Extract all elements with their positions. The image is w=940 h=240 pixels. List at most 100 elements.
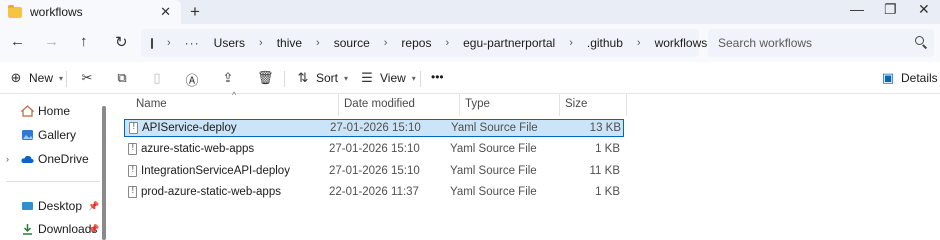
rename-button[interactable]: Ⓐ	[185, 70, 205, 89]
copy-button[interactable]: ⧉	[115, 70, 135, 86]
share-button[interactable]: ⇪	[221, 70, 241, 86]
file-size: 11 KB	[589, 165, 620, 177]
file-row[interactable]: azure-static-web-apps 27-01-2026 15:10 Y…	[124, 141, 624, 159]
sidebar-item-gallery[interactable]: Gallery	[21, 128, 76, 142]
breadcrumb-github[interactable]: .github	[587, 36, 623, 50]
rename-icon: Ⓐ	[185, 73, 199, 88]
file-name: prod-azure-static-web-apps	[141, 186, 281, 198]
chevron-down-icon: ▾	[344, 73, 349, 83]
file-type: Yaml Source File	[450, 186, 537, 198]
this-pc-icon[interactable]	[151, 37, 153, 49]
breadcrumb-egu-partnerportal[interactable]: egu-partnerportal	[463, 36, 555, 50]
chevron-right-icon[interactable]: ›	[316, 37, 320, 49]
breadcrumb-repos[interactable]: repos	[401, 36, 431, 50]
file-row[interactable]: prod-azure-static-web-apps 22-01-2026 11…	[124, 184, 624, 202]
back-button[interactable]: ←	[10, 33, 25, 50]
yaml-file-icon	[128, 143, 137, 155]
onedrive-cloud-icon	[21, 153, 34, 165]
maximize-button[interactable]: ❐	[884, 1, 897, 18]
column-header-date-modified[interactable]: Date modified	[344, 98, 415, 110]
new-button[interactable]: ⊕ New ▾	[9, 70, 63, 86]
plus-circle-icon: ⊕	[10, 70, 22, 85]
breadcrumb-workflows[interactable]: workflows	[655, 36, 708, 50]
column-header-type[interactable]: Type	[465, 98, 490, 110]
chevron-right-icon[interactable]: ›	[445, 37, 449, 49]
forward-button[interactable]: →	[44, 33, 59, 50]
breadcrumb-overflow-button[interactable]: ···	[185, 36, 200, 50]
address-bar[interactable]: › ··· Users › thive › source › repos › e…	[141, 29, 707, 57]
chevron-right-icon[interactable]: ›	[637, 37, 641, 49]
sidebar-item-label: OneDrive	[38, 152, 89, 166]
sidebar-item-onedrive[interactable]: OneDrive	[21, 152, 89, 166]
file-row[interactable]: APIService-deploy 27-01-2026 15:10 Yaml …	[124, 119, 624, 137]
sidebar-item-desktop[interactable]: Desktop	[21, 199, 82, 213]
sidebar-scrollbar[interactable]	[102, 106, 106, 240]
column-header-name[interactable]: Name	[136, 98, 167, 110]
tab-workflows[interactable]: workflows ✕	[0, 0, 181, 24]
sort-button[interactable]: ⇅ Sort ▾	[296, 70, 348, 86]
chevron-right-icon[interactable]: ›	[384, 37, 388, 49]
new-label: New	[29, 71, 54, 85]
new-tab-button[interactable]: +	[190, 2, 200, 22]
sort-icon: ⇅	[297, 70, 309, 85]
breadcrumb-users[interactable]: Users	[214, 36, 245, 50]
pin-icon[interactable]: 📌	[88, 201, 99, 212]
divider	[420, 71, 421, 87]
delete-button[interactable]: 🗑	[257, 70, 277, 86]
details-label: Details	[901, 71, 938, 85]
view-label: View	[380, 71, 406, 85]
file-type: Yaml Source File	[451, 122, 538, 134]
sidebar-item-label: Gallery	[38, 128, 77, 142]
navigation-bar: ← → ↑ ↻ › ··· Users › thive › source › r…	[0, 24, 940, 62]
chevron-down-icon: ▾	[411, 73, 416, 83]
more-options-icon: •••	[431, 70, 444, 84]
home-icon	[20, 105, 35, 117]
pin-icon[interactable]: 📌	[88, 224, 99, 235]
file-date: 27-01-2026 15:10	[329, 143, 420, 155]
tab-close-icon[interactable]: ✕	[160, 4, 171, 20]
sort-ascending-icon: ^	[232, 90, 237, 100]
yaml-file-icon	[128, 165, 137, 177]
breadcrumb-thive[interactable]: thive	[277, 36, 302, 50]
tab-bar: workflows ✕ + — ❐ ✕	[0, 0, 940, 24]
cut-button[interactable]: ✂	[80, 70, 100, 86]
search-box[interactable]	[708, 29, 934, 57]
paste-button[interactable]: ▯	[150, 70, 170, 86]
more-options-button[interactable]: •••	[431, 70, 444, 84]
share-icon: ⇪	[222, 70, 234, 85]
copy-icon: ⧉	[117, 70, 127, 85]
file-size: 1 KB	[595, 143, 620, 155]
column-header-size[interactable]: Size	[565, 98, 587, 110]
details-button[interactable]: ▣ Details	[881, 70, 938, 86]
close-window-button[interactable]: ✕	[918, 1, 930, 18]
refresh-button[interactable]: ↻	[115, 33, 128, 51]
file-row[interactable]: IntegrationServiceAPI-deploy 27-01-2026 …	[124, 163, 624, 181]
command-bar: ⊕ New ▾ ✂ ⧉ ▯ Ⓐ ⇪ 🗑 ⇅ Sort ▾ ☰ View ▾ ••…	[0, 62, 940, 94]
breadcrumb-source[interactable]: source	[334, 36, 370, 50]
view-button[interactable]: ☰ View ▾	[360, 70, 416, 86]
expand-chevron-icon[interactable]: ›	[6, 154, 9, 164]
file-list: ^ Name Date modified Type Size APIServic…	[110, 90, 940, 240]
sidebar-item-home[interactable]: Home	[20, 104, 70, 118]
up-button[interactable]: ↑	[80, 33, 88, 50]
file-type: Yaml Source File	[450, 165, 537, 177]
scissors-icon: ✂	[81, 70, 93, 85]
column-divider[interactable]	[459, 94, 460, 116]
sort-label: Sort	[316, 71, 339, 85]
column-divider[interactable]	[338, 94, 339, 116]
chevron-right-icon[interactable]: ›	[569, 37, 573, 49]
minimize-button[interactable]: —	[850, 1, 864, 17]
search-input[interactable]	[708, 29, 898, 57]
sidebar-item-label: Desktop	[38, 199, 83, 213]
file-date: 27-01-2026 15:10	[329, 165, 420, 177]
divider	[66, 71, 67, 87]
yaml-file-icon	[128, 186, 137, 198]
sidebar-item-downloads[interactable]: Downloads	[21, 222, 97, 236]
chevron-right-icon[interactable]: ›	[167, 37, 171, 49]
chevron-right-icon[interactable]: ›	[259, 37, 263, 49]
file-size: 1 KB	[595, 186, 620, 198]
column-divider[interactable]	[626, 94, 627, 116]
divider	[284, 71, 285, 87]
search-icon[interactable]	[915, 36, 924, 45]
column-divider[interactable]	[559, 94, 560, 116]
